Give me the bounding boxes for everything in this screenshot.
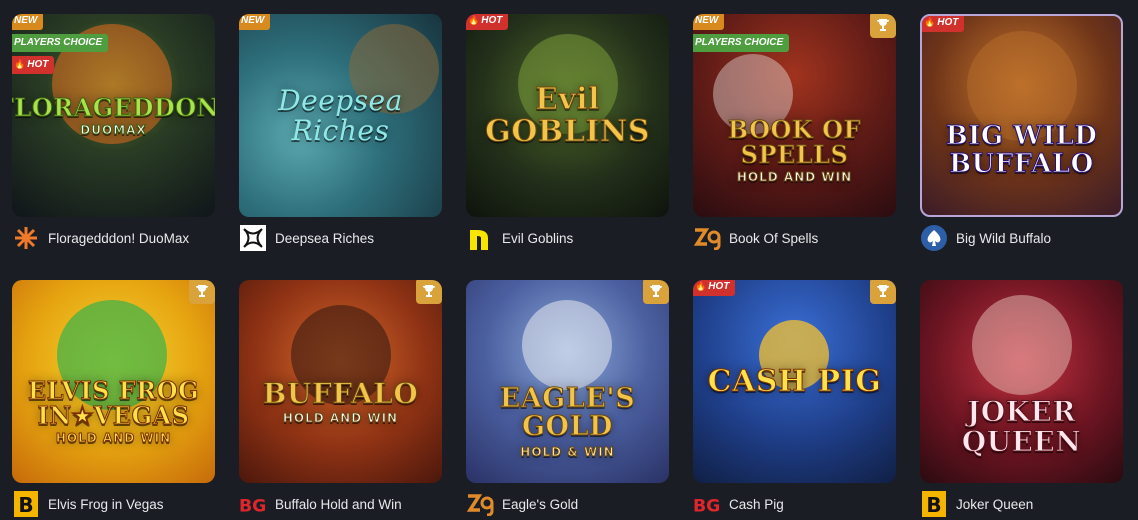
badge-stack: NEW	[239, 14, 271, 30]
game-thumbnail[interactable]: FLORAGEDDON!DUOMAX NEW PLAYERS CHOICE HO…	[12, 14, 215, 217]
game-name[interactable]: Floragedddon! DuoMax	[48, 231, 189, 246]
game-card-cash-pig[interactable]: CASH PIG HOT BG Cash Pig	[693, 280, 896, 520]
bg-logo-icon: BG	[239, 490, 267, 518]
game-thumbnail[interactable]: Evil GOBLINS HOT	[466, 14, 669, 217]
game-card-florageddon[interactable]: FLORAGEDDON!DUOMAX NEW PLAYERS CHOICE HO…	[12, 14, 215, 254]
art-subtitle: HOLD AND WIN	[282, 410, 399, 425]
art-subtitle: HOLD AND WIN	[736, 170, 853, 185]
svg-text:B: B	[18, 493, 33, 517]
art-title: CASH PIG	[707, 363, 882, 399]
art-title: BOOK OF SPELLS	[727, 115, 862, 170]
game-name[interactable]: Deepsea Riches	[275, 231, 374, 246]
n-logo-icon	[466, 224, 494, 252]
knot-logo-icon	[239, 224, 267, 252]
game-card-eagles-gold[interactable]: EAGLE'S GOLD HOLD & WIN Eagle's Gold	[466, 280, 669, 520]
spade-logo-icon	[920, 224, 948, 252]
hot-badge: HOT	[922, 16, 965, 32]
game-thumbnail[interactable]: EAGLE'S GOLD HOLD & WIN	[466, 280, 669, 483]
game-thumbnail[interactable]: BOOK OF SPELLS HOLD AND WIN NEW PLAYERS C…	[693, 14, 896, 217]
trophy-icon	[416, 280, 442, 304]
hot-badge: HOT	[12, 56, 55, 74]
game-name[interactable]: Book Of Spells	[729, 231, 818, 246]
badge-stack: HOT	[922, 16, 965, 32]
game-card-elvis-frog[interactable]: ELVIS FROG IN★VEGAS HOLD AND WIN B Elvis …	[12, 280, 215, 520]
yggdrasil-logo-icon	[12, 224, 40, 252]
badge-stack: NEW PLAYERS CHOICE HOT	[12, 14, 109, 74]
trophy-icon	[870, 280, 896, 304]
art-title: JOKER QUEEN	[961, 395, 1082, 458]
players-choice-badge: PLAYERS CHOICE	[693, 34, 790, 52]
art-title: ELVIS FROG IN★VEGAS	[27, 376, 200, 431]
art-title: Deepsea Riches	[278, 84, 403, 147]
svg-text:B: B	[926, 493, 941, 517]
svg-text:BG: BG	[693, 496, 720, 516]
game-card-evil-goblins[interactable]: Evil GOBLINS HOT Evil Goblins	[466, 14, 669, 254]
zg-logo-icon	[466, 490, 494, 518]
players-choice-badge: PLAYERS CHOICE	[12, 34, 109, 52]
art-subtitle: HOLD AND WIN	[55, 431, 172, 446]
badge-stack: NEW PLAYERS CHOICE	[693, 14, 790, 52]
badge-stack: HOT	[466, 14, 509, 30]
new-badge: NEW	[693, 14, 725, 30]
art-title: BIG WILD BUFFALO	[945, 121, 1098, 179]
art-title: BUFFALO	[262, 376, 419, 410]
art-title: FLORAGEDDON!	[12, 92, 215, 122]
game-name[interactable]: Eagle's Gold	[502, 497, 578, 512]
svg-text:BG: BG	[239, 496, 266, 516]
game-name[interactable]: Cash Pig	[729, 497, 784, 512]
game-thumbnail[interactable]: JOKER QUEEN	[920, 280, 1123, 483]
hot-badge: HOT	[466, 14, 509, 30]
new-badge: NEW	[12, 14, 44, 30]
trophy-icon	[189, 280, 215, 304]
game-name[interactable]: Buffalo Hold and Win	[275, 497, 402, 512]
game-grid: FLORAGEDDON!DUOMAX NEW PLAYERS CHOICE HO…	[12, 14, 1130, 520]
zg-logo-icon	[693, 224, 721, 252]
art-subtitle: HOLD & WIN	[520, 444, 615, 459]
trophy-icon	[643, 280, 669, 304]
trophy-icon	[870, 14, 896, 38]
game-card-deepsea-riches[interactable]: Deepsea Riches NEW Deepsea Riches	[239, 14, 442, 254]
game-card-big-wild-buffalo[interactable]: BIG WILD BUFFALO HOT Big Wild Buffalo	[920, 14, 1123, 254]
game-name[interactable]: Joker Queen	[956, 497, 1033, 512]
game-row-2: ELVIS FROG IN★VEGAS HOLD AND WIN B Elvis …	[12, 280, 1130, 520]
game-thumbnail[interactable]: BUFFALO HOLD AND WIN	[239, 280, 442, 483]
badge-stack: HOT	[693, 280, 736, 296]
game-thumbnail[interactable]: CASH PIG HOT	[693, 280, 896, 483]
game-row-1: FLORAGEDDON!DUOMAX NEW PLAYERS CHOICE HO…	[12, 14, 1130, 254]
game-card-joker-queen[interactable]: JOKER QUEEN B Joker Queen	[920, 280, 1123, 520]
game-thumbnail[interactable]: BIG WILD BUFFALO HOT	[920, 14, 1123, 217]
art-title: EAGLE'S GOLD	[499, 382, 636, 443]
game-card-book-of-spells[interactable]: BOOK OF SPELLS HOLD AND WIN NEW PLAYERS C…	[693, 14, 896, 254]
hot-badge: HOT	[693, 280, 736, 296]
b-logo-icon: B	[12, 490, 40, 518]
game-card-buffalo-hold-and-win[interactable]: BUFFALO HOLD AND WIN BG Buffalo Hold and …	[239, 280, 442, 520]
b-logo-icon: B	[920, 490, 948, 518]
game-thumbnail[interactable]: ELVIS FROG IN★VEGAS HOLD AND WIN	[12, 280, 215, 483]
new-badge: NEW	[239, 14, 271, 30]
game-name[interactable]: Elvis Frog in Vegas	[48, 497, 164, 512]
game-name[interactable]: Evil Goblins	[502, 231, 573, 246]
art-subtitle: DUOMAX	[80, 122, 147, 137]
game-thumbnail[interactable]: Deepsea Riches NEW	[239, 14, 442, 217]
art-title: Evil GOBLINS	[485, 82, 650, 149]
bg-logo-icon: BG	[693, 490, 721, 518]
game-name[interactable]: Big Wild Buffalo	[956, 231, 1051, 246]
